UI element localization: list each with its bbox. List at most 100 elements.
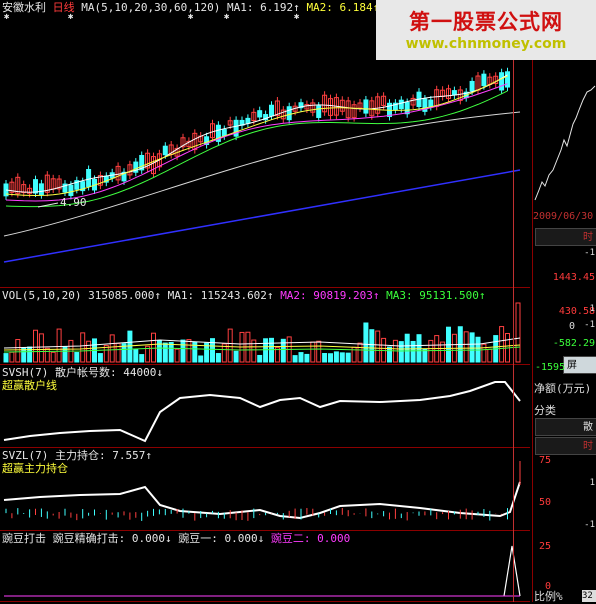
volume-bar (304, 353, 310, 363)
tab-time-1[interactable]: 时 (535, 228, 596, 246)
low-price-annotation: 4.90 (60, 196, 87, 209)
star-marker-1: ✱ (4, 12, 10, 22)
y-axis-25: 25 (539, 541, 552, 552)
star-marker-3: ✱ (188, 12, 194, 22)
volume-bar-last (515, 302, 521, 363)
volume-bar (180, 339, 186, 363)
vol-axis-582: -582.29 (552, 338, 595, 349)
volume-bar (50, 351, 56, 363)
ratio-value-box: 32 (582, 590, 596, 602)
volume-bar (398, 341, 404, 363)
volume-bar (139, 354, 145, 363)
ma10-line (5, 75, 508, 197)
volume-bar (162, 342, 168, 363)
ma60-line (3, 111, 521, 237)
volume-bar (15, 339, 21, 363)
ratio-value: 32 (582, 591, 593, 601)
volume-bar (257, 354, 263, 363)
candle-body (221, 128, 227, 137)
wandou-spike (503, 545, 521, 597)
candle-body (286, 106, 292, 121)
volume-bar (298, 352, 304, 363)
vol-axis-1595: -1595 (535, 362, 566, 373)
star-marker-2: ✱ (68, 12, 74, 22)
star-marker-4: ✱ (224, 12, 230, 22)
candle-body (257, 110, 263, 118)
tab-san-label: 散 (583, 422, 593, 433)
y-axis-75: 75 (539, 455, 552, 466)
volume-ma3 (3, 346, 521, 353)
volume-bar (463, 331, 469, 363)
volume-bar (375, 330, 381, 363)
volume-bar (369, 329, 375, 363)
volume-bar (80, 332, 86, 363)
volume-bar (44, 347, 50, 363)
date-label: 2009/06/30 (533, 211, 594, 222)
volume-bar (86, 340, 92, 363)
y-axis-50: 50 (539, 497, 552, 508)
volume-bar (151, 332, 156, 363)
volume-bar (263, 338, 269, 363)
volume-bar (186, 339, 192, 363)
ma5-line (5, 74, 508, 193)
volume-bar (410, 340, 416, 363)
volume-bar (133, 348, 139, 363)
volume-bar (9, 351, 15, 363)
volume-bar (469, 332, 475, 363)
volume-bar (109, 334, 115, 363)
volume-bar (481, 343, 487, 363)
volume-bar (269, 337, 274, 363)
watermark-title: 第一股票公式网 (409, 10, 563, 34)
volume-bar (233, 350, 239, 363)
chart-drawing-layer (3, 67, 521, 597)
volume-bar (127, 330, 133, 363)
volume-bar (345, 352, 351, 363)
volume-bar (56, 328, 62, 363)
tab-time-2[interactable]: 时 (535, 437, 596, 455)
candle-body (33, 179, 38, 194)
volume-bar (3, 353, 9, 363)
volume-bar (363, 322, 369, 363)
star-marker-5: ✱ (294, 12, 300, 22)
plus-1-label-2: 1 (589, 478, 595, 488)
volume-bar (198, 355, 204, 363)
volume-bar (33, 329, 38, 363)
tab-time-1-label: 时 (583, 232, 593, 243)
minus-1-label-c: -1 (584, 520, 595, 530)
volume-bar (21, 347, 27, 363)
volume-bar (310, 341, 316, 363)
volume-bar (333, 351, 339, 363)
category-label: 分类 (534, 404, 556, 417)
candle-body (499, 72, 505, 91)
vol-axis-0: 0 (568, 321, 575, 332)
candle-body (428, 99, 434, 108)
tab-ping[interactable]: 屏 (563, 356, 596, 374)
plus-1-label: 1 (589, 304, 595, 314)
net-amount-label: 净额(万元) (534, 382, 592, 395)
candle-body (68, 184, 74, 196)
volume-bar (328, 353, 333, 363)
volume-bar (404, 333, 410, 363)
candle-body (481, 73, 487, 87)
right-side-panel: 2009/06/30 时 -1 1443.45 430.58 1 0 -1 -5… (532, 0, 596, 603)
tab-time-2-label: 时 (583, 441, 593, 452)
candle-body (86, 169, 92, 187)
watermark-url: www.chnmoney.com (405, 36, 567, 52)
candle-body (363, 99, 369, 114)
volume-bar (97, 353, 103, 363)
tab-san[interactable]: 散 (535, 418, 596, 436)
candle-body (38, 183, 44, 196)
svsh-line (3, 381, 521, 443)
volume-bar (227, 328, 233, 363)
volume-bar (292, 355, 298, 363)
volume-bar (357, 342, 363, 363)
volume-bar (74, 352, 80, 363)
candle-body (245, 117, 251, 124)
volume-bar (215, 353, 221, 363)
volume-bar (339, 352, 345, 363)
candle-body (451, 90, 457, 96)
volume-bar (322, 352, 328, 363)
volume-bar (316, 340, 322, 363)
tab-ping-label: 屏 (567, 360, 577, 371)
candle-body (316, 105, 322, 118)
